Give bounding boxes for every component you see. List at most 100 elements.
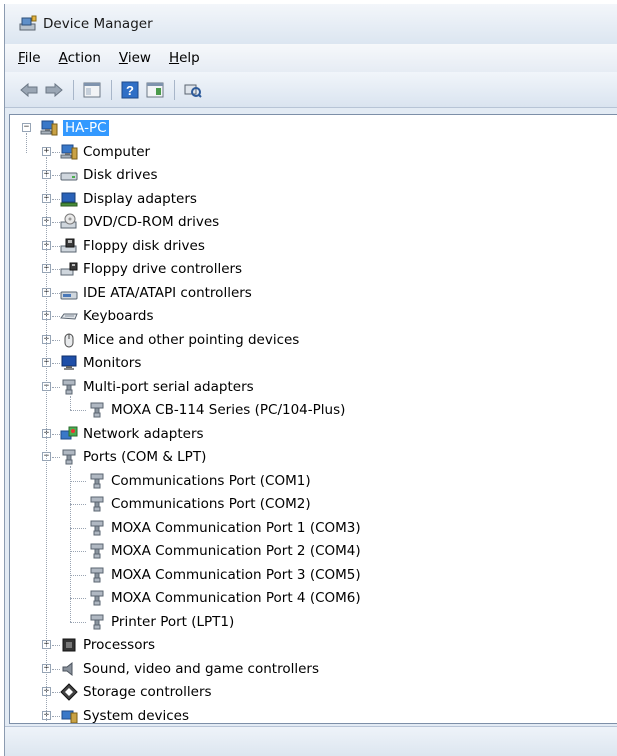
display-icon xyxy=(60,190,78,208)
tree-connector-line xyxy=(52,316,60,317)
status-bar xyxy=(5,726,617,756)
tree-category-floppy-disk-drives[interactable]: Floppy disk drives xyxy=(60,235,205,257)
port-icon xyxy=(60,378,78,396)
tree-connector-line xyxy=(52,151,60,153)
tree-category-storage-controllers[interactable]: Storage controllers xyxy=(60,681,212,703)
tree-category-monitors[interactable]: Monitors xyxy=(60,352,141,374)
scan-hardware-icon[interactable] xyxy=(181,79,204,101)
tree-connector-line xyxy=(70,527,86,529)
tree-connector-line xyxy=(52,715,60,717)
tree-connector-line xyxy=(52,363,60,364)
tree-device-label: MOXA Communication Port 1 (COM3) xyxy=(111,519,361,536)
tree-root-label[interactable]: HA-PC xyxy=(63,120,109,136)
toolbar-separator xyxy=(174,79,175,100)
title-bar[interactable]: Device Manager xyxy=(5,4,617,44)
device-manager-icon xyxy=(19,15,37,34)
menu-help[interactable]: Help xyxy=(160,50,209,66)
floppy-icon xyxy=(60,237,78,255)
tree-category-computer[interactable]: Computer xyxy=(60,141,150,163)
tree-category-network-adapters[interactable]: Network adapters xyxy=(60,423,204,445)
tree-connector-line xyxy=(52,386,60,388)
menu-file[interactable]: File xyxy=(9,50,50,66)
port-icon xyxy=(88,542,106,560)
menu-view[interactable]: View xyxy=(110,50,160,66)
tree-device-label: MOXA Communication Port 3 (COM5) xyxy=(111,566,361,583)
tree-connector-line xyxy=(52,292,60,294)
tree-category-label: Sound, video and game controllers xyxy=(83,660,319,677)
help-icon[interactable]: ? xyxy=(118,79,141,101)
device-manager-window: Device Manager File Action View Help ? − HA-… xyxy=(4,4,617,756)
forward-icon[interactable] xyxy=(42,79,65,101)
menu-bar: File Action View Help xyxy=(5,44,617,72)
tree-connector-line xyxy=(70,574,86,576)
tree-device-item[interactable]: Printer Port (LPT1) xyxy=(88,611,234,633)
tree-device-label: MOXA Communication Port 2 (COM4) xyxy=(111,543,361,559)
dvd-icon xyxy=(60,213,78,231)
tree-device-item[interactable]: MOXA Communication Port 1 (COM3) xyxy=(88,517,361,539)
tree-connector-line xyxy=(52,433,60,435)
tree-connector-line xyxy=(70,621,86,623)
system-icon xyxy=(60,707,78,723)
tree-category-label: Storage controllers xyxy=(83,684,212,700)
view-icon[interactable] xyxy=(143,79,166,101)
expand-toggle-computer[interactable]: + xyxy=(42,146,51,156)
tree-category-disk-drives[interactable]: Disk drives xyxy=(60,164,158,186)
tree-category-keyboards[interactable]: Keyboards xyxy=(60,305,154,327)
back-icon[interactable] xyxy=(17,79,40,101)
processor-icon xyxy=(60,636,78,654)
tree-category-ports-com-lpt[interactable]: Ports (COM & LPT) xyxy=(60,446,206,468)
tree-connector-line xyxy=(52,339,60,341)
tree-connector-line xyxy=(52,269,60,270)
ide-icon xyxy=(60,284,78,302)
tree-category-label: Display adapters xyxy=(83,190,197,207)
tree-category-ide-ata-atapi-controllers[interactable]: IDE ATA/ATAPI controllers xyxy=(60,282,252,304)
tree-device-label: MOXA CB-114 Series (PC/104-Plus) xyxy=(111,402,346,418)
floppy-controller-icon xyxy=(60,260,78,278)
tree-category-system-devices[interactable]: System devices xyxy=(60,705,190,724)
tree-connector-line xyxy=(52,222,60,223)
network-icon xyxy=(60,425,78,443)
tree-category-label: Floppy drive controllers xyxy=(83,261,243,277)
port-icon xyxy=(88,495,106,513)
tree-category-label: System devices xyxy=(83,707,190,724)
tree-category-mice-and-other-pointing-devices[interactable]: Mice and other pointing devices xyxy=(60,329,299,351)
menu-action[interactable]: Action xyxy=(50,50,110,66)
window-title: Device Manager xyxy=(43,16,153,32)
tree-connector-line xyxy=(52,645,60,646)
port-icon xyxy=(88,472,106,490)
device-tree[interactable]: − HA-PC + Computer + Disk drives + Display adap… xyxy=(9,114,617,724)
tree-category-label: IDE ATA/ATAPI controllers xyxy=(83,284,252,301)
tree-category-processors[interactable]: Processors xyxy=(60,634,155,656)
tree-device-item[interactable]: MOXA Communication Port 4 (COM6) xyxy=(88,587,361,609)
tree-device-label: MOXA Communication Port 4 (COM6) xyxy=(111,590,361,606)
tree-device-item[interactable]: MOXA CB-114 Series (PC/104-Plus) xyxy=(88,399,345,421)
tree-device-item[interactable]: MOXA Communication Port 3 (COM5) xyxy=(88,564,361,586)
tree-category-multi-port-serial-adapters[interactable]: Multi-port serial adapters xyxy=(60,376,254,398)
keyboard-icon xyxy=(60,307,78,325)
tree-connector-line xyxy=(70,395,71,410)
monitor-icon xyxy=(60,354,78,372)
toolbar-separator xyxy=(73,79,74,100)
tree-connector-line xyxy=(52,692,60,693)
tree-device-item[interactable]: Communications Port (COM2) xyxy=(88,493,311,515)
tree-root-ha-pc[interactable]: HA-PC xyxy=(40,117,109,139)
tree-category-label: Monitors xyxy=(83,355,142,371)
storage-icon xyxy=(60,683,78,701)
sound-icon xyxy=(60,660,78,678)
tree-category-dvd-cd-rom-drives[interactable]: DVD/CD-ROM drives xyxy=(60,211,219,233)
port-icon xyxy=(88,401,106,419)
tree-category-display-adapters[interactable]: Display adapters xyxy=(60,188,197,210)
tree-device-label: Printer Port (LPT1) xyxy=(111,613,235,630)
tree-category-sound-video-and-game-controllers[interactable]: Sound, video and game controllers xyxy=(60,658,319,680)
tree-category-floppy-drive-controllers[interactable]: Floppy drive controllers xyxy=(60,258,242,280)
tree-device-item[interactable]: Communications Port (COM1) xyxy=(88,470,311,492)
tree-category-label: Multi-port serial adapters xyxy=(83,378,254,395)
port-icon xyxy=(88,566,106,584)
properties-icon[interactable] xyxy=(80,79,103,101)
root-collapse-toggle[interactable]: − xyxy=(22,123,31,132)
tree-device-item[interactable]: MOXA Communication Port 2 (COM4) xyxy=(88,540,361,562)
disk-icon xyxy=(60,166,78,184)
tree-category-label: Processors xyxy=(83,637,156,653)
tree-connector-line xyxy=(52,245,60,247)
toolbar-separator xyxy=(111,79,112,100)
